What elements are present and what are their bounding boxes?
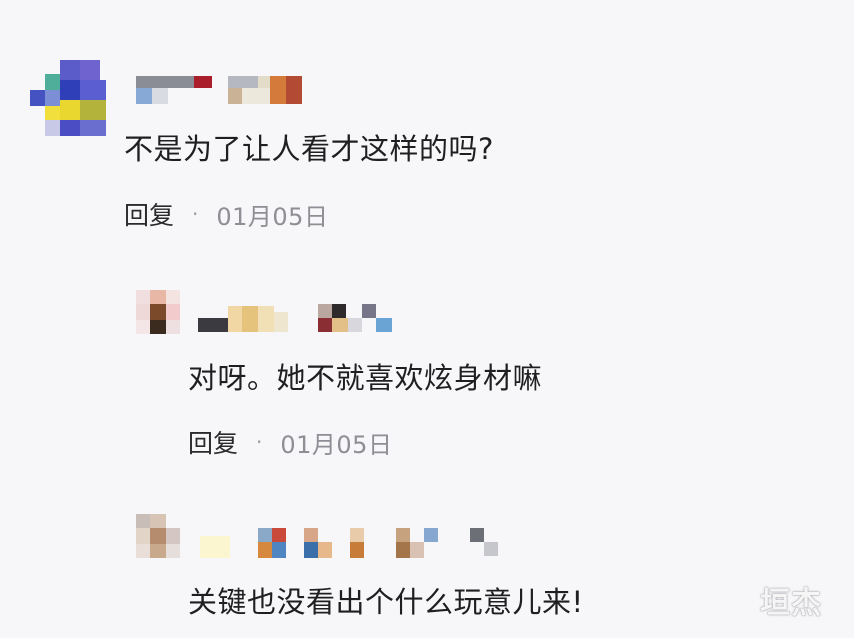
avatar[interactable] — [30, 60, 110, 140]
comment-date: 01月05日 — [280, 430, 393, 459]
meta-separator: · — [256, 430, 263, 454]
watermark: 垣杰 — [760, 586, 822, 621]
comment-date: 01月05日 — [216, 202, 329, 231]
username[interactable] — [200, 522, 510, 558]
comment-text: 对呀。她不就喜欢炫身材嘛 — [188, 361, 543, 395]
comment-text: 关键也没看出个什么玩意儿来! — [188, 585, 584, 619]
reply-item: 对呀。她不就喜欢炫身材嘛 回复 · 01月05日 — [0, 280, 854, 470]
comment-item: 不是为了让人看才这样的吗? 回复 · 01月05日 — [0, 0, 854, 250]
comment-meta: 回复 · 01月05日 — [124, 196, 329, 232]
reply-item: 关键也没看出个什么玩意儿来! — [0, 500, 854, 638]
avatar[interactable] — [136, 514, 182, 560]
avatar[interactable] — [136, 290, 182, 336]
username[interactable] — [198, 300, 398, 334]
comment-meta: 回复 · 01月05日 — [188, 424, 393, 460]
comment-text: 不是为了让人看才这样的吗? — [124, 132, 494, 166]
reply-button[interactable]: 回复 — [124, 196, 174, 232]
username[interactable] — [136, 74, 306, 108]
meta-separator: · — [192, 202, 199, 226]
reply-button[interactable]: 回复 — [188, 424, 238, 460]
